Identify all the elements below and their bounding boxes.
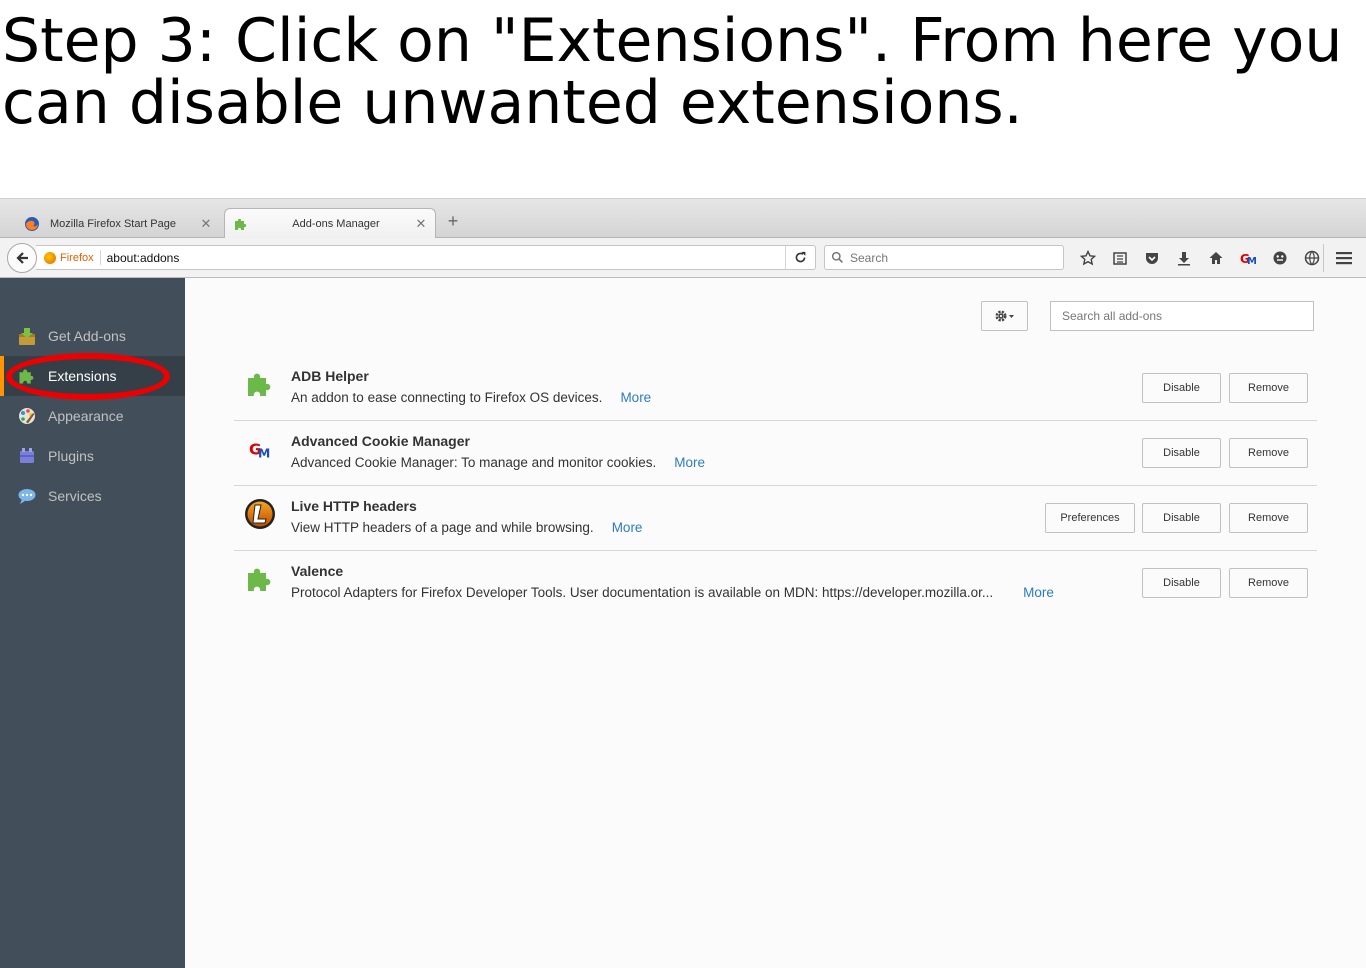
gear-icon xyxy=(995,310,1014,322)
site-identity[interactable]: Firefox xyxy=(36,250,101,265)
sidebar-item-services[interactable]: Services xyxy=(0,476,185,516)
disable-button[interactable]: Disable xyxy=(1142,568,1221,598)
toolbar-icons: GM xyxy=(1072,246,1328,270)
tab-label: Add-ons Manager xyxy=(292,218,380,230)
tab-label: Mozilla Firefox Start Page xyxy=(50,217,176,230)
disable-button[interactable]: Disable xyxy=(1142,503,1221,533)
categories-sidebar: Get Add-ons Extensions Appearance Plugin… xyxy=(0,278,185,968)
addon-description-text: An addon to ease connecting to Firefox O… xyxy=(291,390,603,405)
puzzle-icon xyxy=(244,563,276,595)
sidebar-item-plugins[interactable]: Plugins xyxy=(0,436,185,476)
search-addons-input[interactable]: Search all add-ons xyxy=(1050,301,1314,331)
url-bar[interactable]: Firefox about:addons xyxy=(36,245,816,270)
hamburger-menu-button[interactable] xyxy=(1330,246,1358,270)
tab-addons-manager[interactable]: Add-ons Manager ✕ xyxy=(224,208,436,239)
search-icon xyxy=(831,251,843,263)
appearance-icon xyxy=(17,406,37,426)
sidebar-item-get-addons[interactable]: Get Add-ons xyxy=(0,316,185,356)
navigation-toolbar: Firefox about:addons Search GM xyxy=(0,238,1366,278)
disable-button[interactable]: Disable xyxy=(1142,373,1221,403)
firefox-icon xyxy=(25,216,39,231)
addon-description: An addon to ease connecting to Firefox O… xyxy=(291,390,651,405)
addon-description-text: View HTTP headers of a page and while br… xyxy=(291,520,594,535)
remove-button[interactable]: Remove xyxy=(1229,503,1308,533)
back-arrow-icon xyxy=(16,252,28,264)
live-http-headers-icon xyxy=(244,498,276,530)
remove-button[interactable]: Remove xyxy=(1229,568,1308,598)
addon-description-text: Advanced Cookie Manager: To manage and m… xyxy=(291,455,657,470)
addon-name: Advanced Cookie Manager xyxy=(291,433,470,449)
sidebar-item-appearance[interactable]: Appearance xyxy=(0,396,185,436)
sidebar-item-label: Plugins xyxy=(48,448,94,464)
bookmark-star-icon[interactable] xyxy=(1072,246,1104,270)
hamburger-menu-icon xyxy=(1336,252,1352,265)
extensions-icon xyxy=(17,366,37,386)
tab-close-icon[interactable]: ✕ xyxy=(198,216,214,232)
pocket-icon[interactable] xyxy=(1136,246,1168,270)
puzzle-icon xyxy=(235,218,247,230)
sidebar-item-label: Get Add-ons xyxy=(48,328,126,344)
addon-description: View HTTP headers of a page and while br… xyxy=(291,520,642,535)
tab-close-icon[interactable]: ✕ xyxy=(413,216,429,232)
addon-row-adb-helper[interactable]: ADB Helper An addon to ease connecting t… xyxy=(234,356,1317,421)
more-link[interactable]: More xyxy=(1023,585,1054,600)
downloads-icon[interactable] xyxy=(1168,246,1200,270)
identity-label: Firefox xyxy=(60,251,94,264)
back-button[interactable] xyxy=(7,243,37,273)
addon-name: Live HTTP headers xyxy=(291,498,417,514)
firefox-icon xyxy=(44,251,56,264)
puzzle-icon xyxy=(244,368,276,400)
more-link[interactable]: More xyxy=(620,390,651,405)
cookie-manager-toolbar-icon[interactable]: GM xyxy=(1232,246,1264,270)
search-bar[interactable]: Search xyxy=(824,245,1064,270)
toolbar-separator xyxy=(1323,244,1324,272)
sidebar-item-label: Appearance xyxy=(48,408,124,424)
disable-button[interactable]: Disable xyxy=(1142,438,1221,468)
cookie-manager-icon: GM xyxy=(244,433,276,465)
sidebar-item-label: Services xyxy=(48,488,102,504)
addon-name: ADB Helper xyxy=(291,368,369,384)
home-icon[interactable] xyxy=(1200,246,1232,270)
more-link[interactable]: More xyxy=(612,520,643,535)
bookmarks-menu-icon[interactable] xyxy=(1104,246,1136,270)
addon-name: Valence xyxy=(291,563,344,579)
get-addons-icon xyxy=(17,326,37,346)
reload-button[interactable] xyxy=(785,246,815,269)
remove-button[interactable]: Remove xyxy=(1229,373,1308,403)
more-link[interactable]: More xyxy=(674,455,705,470)
addon-row-valence[interactable]: Valence Protocol Adapters for Firefox De… xyxy=(234,551,1317,616)
sidebar-item-label: Extensions xyxy=(48,368,117,384)
search-input[interactable]: Search xyxy=(850,251,888,265)
addon-row-advanced-cookie-manager[interactable]: GM Advanced Cookie Manager Advanced Cook… xyxy=(234,421,1317,486)
sidebar-item-extensions[interactable]: Extensions xyxy=(0,356,185,396)
svg-text:M: M xyxy=(1247,256,1256,266)
remove-button[interactable]: Remove xyxy=(1229,438,1308,468)
plugins-icon xyxy=(17,446,37,466)
url-input[interactable]: about:addons xyxy=(101,251,785,265)
services-icon xyxy=(17,486,37,506)
emoji-icon[interactable] xyxy=(1264,246,1296,270)
addons-list-pane: Search all add-ons ADB Helper An addon t… xyxy=(185,278,1366,968)
preferences-button[interactable]: Preferences xyxy=(1045,503,1135,533)
tools-gear-button[interactable] xyxy=(981,301,1028,331)
addon-row-live-http-headers[interactable]: Live HTTP headers View HTTP headers of a… xyxy=(234,486,1317,551)
new-tab-button[interactable]: + xyxy=(444,212,462,230)
reload-icon xyxy=(795,251,806,263)
addon-description: Protocol Adapters for Firefox Developer … xyxy=(291,585,1054,600)
tab-firefox-start-page[interactable]: Mozilla Firefox Start Page ✕ xyxy=(16,209,220,238)
tab-strip: Mozilla Firefox Start Page ✕ Add-ons Man… xyxy=(0,198,1366,239)
svg-text:M: M xyxy=(258,446,270,460)
addon-description-text: Protocol Adapters for Firefox Developer … xyxy=(291,585,994,600)
addon-description: Advanced Cookie Manager: To manage and m… xyxy=(291,455,705,470)
instruction-caption: Step 3: Click on "Extensions". From here… xyxy=(2,6,1343,138)
